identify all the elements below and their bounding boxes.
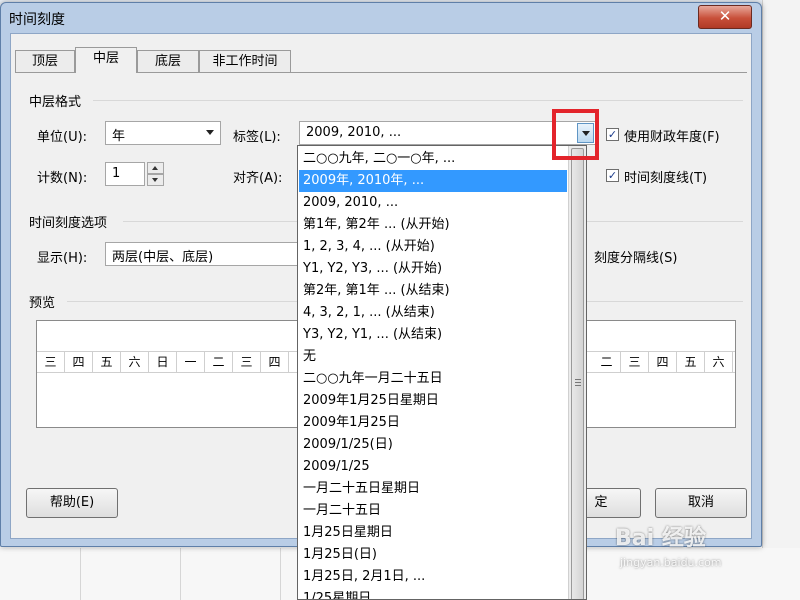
show-tiers-value: 两层(中层、底层) <box>112 250 214 265</box>
align-label: 对齐(A): <box>233 171 283 186</box>
dialog-title: 时间刻度 <box>9 12 65 28</box>
preview-cell: 四 <box>649 352 677 372</box>
count-increment-button[interactable] <box>147 162 164 174</box>
preview-cell: 五 <box>677 352 705 372</box>
unit-select-value: 年 <box>112 129 126 144</box>
tab-middle-tier[interactable]: 中层 <box>75 47 137 73</box>
dropdown-option-selected[interactable]: 2009年, 2010年, ... <box>299 170 567 192</box>
dropdown-option[interactable]: 1月25日星期日 <box>299 522 567 544</box>
dropdown-scrollbar[interactable] <box>568 146 586 599</box>
preview-cell: 三 <box>621 352 649 372</box>
watermark-url: jingyan.baidu.com <box>620 556 722 569</box>
preview-section-label: 预览 <box>29 296 56 311</box>
dropdown-option[interactable]: 2009, 2010, ... <box>299 192 567 214</box>
label-format-dropdown-list[interactable]: 二○○九年, 二○一○年, ... 2009年, 2010年, ... 2009… <box>297 145 587 600</box>
middle-format-section-label: 中层格式 <box>29 95 82 110</box>
tick-lines-checkbox[interactable]: ✓ <box>606 169 619 182</box>
show-tiers-select[interactable]: 两层(中层、底层) <box>105 242 305 266</box>
close-button[interactable]: ✕ <box>698 5 752 29</box>
dropdown-option[interactable]: 1月25日(日) <box>299 544 567 566</box>
scrollbar-thumb[interactable] <box>571 148 584 599</box>
dropdown-option[interactable]: Y3, Y2, Y1, ... (从结束) <box>299 324 567 346</box>
preview-cell: 四 <box>65 352 93 372</box>
preview-cell: 四 <box>261 352 289 372</box>
tab-top-tier[interactable]: 顶层 <box>15 50 75 72</box>
scale-separator-label: 刻度分隔线(S) <box>594 251 678 266</box>
preview-cell: 一 <box>177 352 205 372</box>
arrow-down-icon <box>152 178 158 182</box>
dropdown-option[interactable]: 二○○九年一月二十五日 <box>299 368 567 390</box>
dropdown-option[interactable]: 2009/1/25(日) <box>299 434 567 456</box>
dropdown-option[interactable]: 第2年, 第1年 ... (从结束) <box>299 280 567 302</box>
unit-select[interactable]: 年 <box>105 121 221 145</box>
dropdown-option[interactable]: 1/25星期日 <box>299 588 567 599</box>
dropdown-option[interactable]: 2009年1月25日 <box>299 412 567 434</box>
preview-cell: 三 <box>233 352 261 372</box>
tab-bottom-tier[interactable]: 底层 <box>137 50 199 72</box>
dialog-titlebar[interactable]: 时间刻度 ✕ <box>1 3 761 33</box>
use-fiscal-year-checkbox[interactable]: ✓ <box>606 128 619 141</box>
checkmark-icon: ✓ <box>607 169 618 182</box>
preview-cell: 二 <box>593 352 621 372</box>
grip-icon <box>575 379 581 387</box>
annotation-highlight-box <box>552 109 599 160</box>
checkmark-icon: ✓ <box>607 128 618 141</box>
dropdown-option[interactable]: 1, 2, 3, 4, ... (从开始) <box>299 236 567 258</box>
dropdown-option[interactable]: 2009年1月25日星期日 <box>299 390 567 412</box>
preview-cell: 六 <box>121 352 149 372</box>
dropdown-option[interactable]: 4, 3, 2, 1, ... (从结束) <box>299 302 567 324</box>
count-input[interactable]: 1 <box>105 162 145 186</box>
unit-label: 单位(U): <box>37 130 88 145</box>
tab-nonworking-time[interactable]: 非工作时间 <box>199 50 291 72</box>
preview-cell: 六 <box>705 352 733 372</box>
count-label: 计数(N): <box>37 171 88 186</box>
close-icon: ✕ <box>718 7 732 25</box>
dropdown-option[interactable]: 二○○九年, 二○一○年, ... <box>299 148 567 170</box>
section-divider <box>93 100 743 101</box>
cancel-button[interactable]: 取消 <box>655 488 747 518</box>
preview-cell: 三 <box>37 352 65 372</box>
preview-cell: 五 <box>93 352 121 372</box>
watermark-logo: Bai 经验 <box>615 526 706 551</box>
dropdown-option[interactable]: Y1, Y2, Y3, ... (从开始) <box>299 258 567 280</box>
dropdown-option[interactable]: 一月二十五日 <box>299 500 567 522</box>
show-label: 显示(H): <box>37 251 88 266</box>
background-app-panel <box>762 0 800 600</box>
arrow-up-icon <box>152 166 158 170</box>
dropdown-option[interactable]: 2009/1/25 <box>299 456 567 478</box>
tick-lines-label: 时间刻度线(T) <box>624 171 708 186</box>
preview-cell: 二 <box>205 352 233 372</box>
dropdown-option[interactable]: 无 <box>299 346 567 368</box>
chevron-down-icon <box>206 130 214 135</box>
dropdown-option[interactable]: 一月二十五日星期日 <box>299 478 567 500</box>
timescale-options-section-label: 时间刻度选项 <box>29 216 108 231</box>
preview-cell: 日 <box>149 352 177 372</box>
dropdown-option[interactable]: 1月25日, 2月1日, ... <box>299 566 567 588</box>
label-format-value: 2009, 2010, ... <box>306 125 402 140</box>
label-label: 标签(L): <box>233 130 281 145</box>
count-decrement-button[interactable] <box>147 174 164 186</box>
dropdown-option[interactable]: 第1年, 第2年 ... (从开始) <box>299 214 567 236</box>
help-button[interactable]: 帮助(E) <box>26 488 118 518</box>
use-fiscal-year-label: 使用财政年度(F) <box>624 130 720 145</box>
